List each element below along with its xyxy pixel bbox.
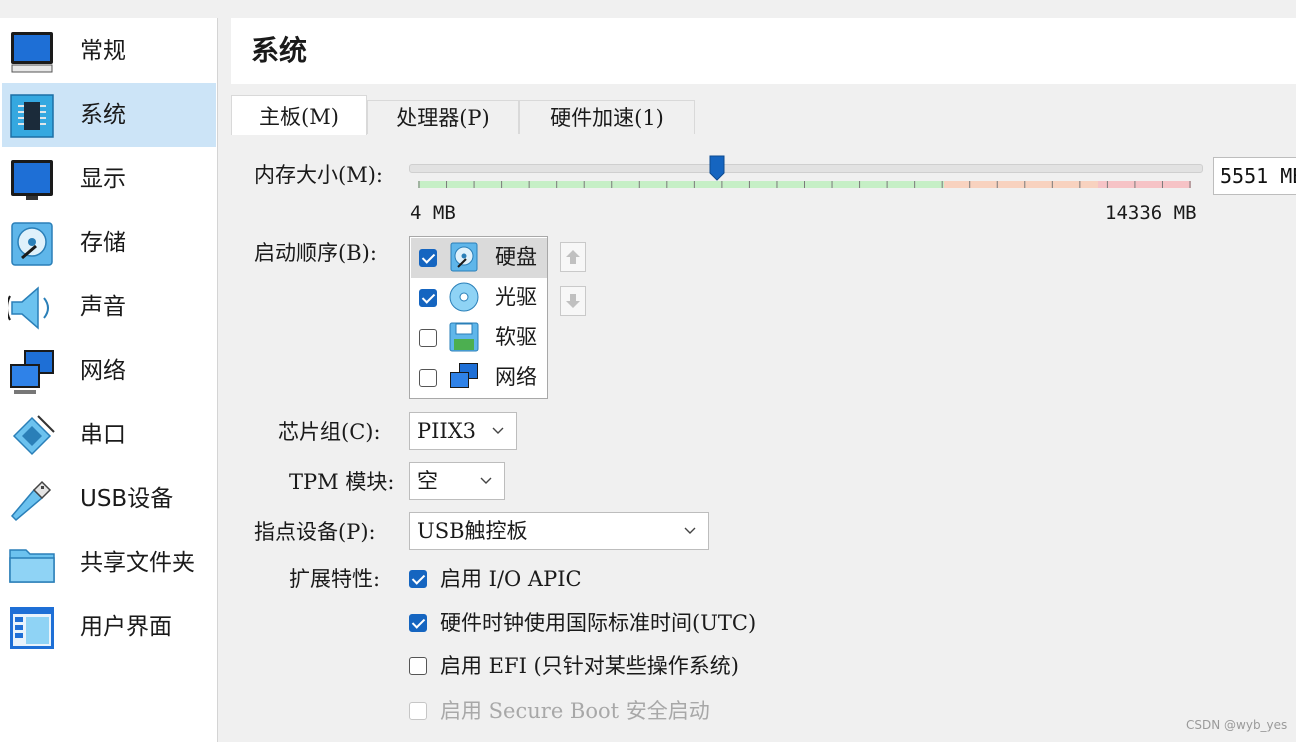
efi-checkbox[interactable]: 启用 EFI (只针对某些操作系统) bbox=[409, 653, 799, 679]
sidebar-item-display[interactable]: 显示 bbox=[2, 147, 216, 211]
optical-disc-icon bbox=[449, 282, 479, 312]
storage-disk-icon bbox=[11, 222, 53, 266]
settings-content bbox=[231, 134, 1296, 742]
checkbox-box[interactable] bbox=[409, 570, 427, 588]
network-icon bbox=[10, 350, 54, 394]
sidebar-item-serial[interactable]: 串口 bbox=[2, 403, 216, 467]
sidebar-item-label: 声音 bbox=[80, 294, 126, 320]
checkbox-box[interactable] bbox=[409, 614, 427, 632]
network-icon bbox=[450, 363, 478, 388]
tpm-label: TPM 模块: bbox=[289, 470, 395, 494]
checkbox-box[interactable] bbox=[409, 657, 427, 675]
tpm-value: 空 bbox=[417, 469, 438, 493]
move-down-button[interactable] bbox=[560, 286, 586, 316]
sidebar-item-user-interface[interactable]: 用户界面 bbox=[2, 595, 216, 659]
chipset-label: 芯片组(C): bbox=[278, 420, 381, 444]
sidebar-item-label: 串口 bbox=[80, 422, 126, 448]
io-apic-label: 启用 I/O APIC bbox=[440, 567, 582, 591]
sidebar-item-label: 存储 bbox=[80, 230, 126, 256]
boot-order-list: 硬盘 光驱 软驱 网络 bbox=[409, 236, 548, 399]
boot-item-checkbox[interactable] bbox=[419, 289, 437, 307]
sidebar-item-label: USB设备 bbox=[80, 486, 174, 512]
sidebar-item-network[interactable]: 网络 bbox=[2, 339, 216, 403]
checkbox-box bbox=[409, 702, 427, 720]
usb-icon bbox=[10, 480, 52, 522]
chevron-down-icon bbox=[684, 527, 696, 534]
memory-slider-scale bbox=[418, 181, 1191, 188]
io-apic-checkbox[interactable]: 启用 I/O APIC bbox=[409, 566, 609, 592]
boot-item-hard-disk[interactable]: 硬盘 bbox=[411, 238, 547, 278]
arrow-down-icon bbox=[566, 294, 580, 308]
floppy-icon bbox=[449, 322, 479, 352]
watermark: CSDN @wyb_yes bbox=[1186, 718, 1288, 732]
sidebar-item-shared-folders[interactable]: 共享文件夹 bbox=[2, 531, 216, 595]
memory-slider-thumb[interactable] bbox=[709, 155, 725, 181]
boot-item-label: 网络 bbox=[495, 365, 537, 389]
sidebar-item-label: 网络 bbox=[80, 358, 126, 384]
tab-processor[interactable]: 处理器(P) bbox=[367, 100, 519, 134]
boot-item-label: 硬盘 bbox=[495, 245, 537, 269]
pointing-device-label: 指点设备(P): bbox=[254, 520, 376, 544]
hard-disk-icon bbox=[450, 242, 478, 272]
chevron-down-icon bbox=[492, 427, 504, 434]
secure-boot-label: 启用 Secure Boot 安全启动 bbox=[440, 699, 710, 723]
chevron-down-icon bbox=[480, 477, 492, 484]
general-monitor-icon bbox=[11, 32, 53, 73]
memory-slider-track[interactable] bbox=[409, 164, 1203, 173]
speaker-icon bbox=[8, 286, 49, 330]
display-monitor-icon bbox=[11, 160, 53, 200]
sidebar-item-storage[interactable]: 存储 bbox=[2, 211, 216, 275]
serial-port-icon bbox=[12, 415, 55, 456]
shared-folder-icon bbox=[9, 549, 55, 583]
sidebar-item-system[interactable]: 系统 bbox=[2, 83, 216, 147]
memory-max-label: 14336 MB bbox=[1105, 202, 1197, 224]
pointing-device-select[interactable]: USB触控板 bbox=[409, 512, 709, 550]
boot-item-checkbox[interactable] bbox=[419, 249, 437, 267]
sidebar-item-usb[interactable]: USB设备 bbox=[2, 467, 216, 531]
chipset-value: PIIX3 bbox=[417, 419, 477, 443]
extended-features-label: 扩展特性: bbox=[289, 567, 381, 591]
efi-label: 启用 EFI (只针对某些操作系统) bbox=[440, 654, 739, 678]
memory-size-label: 内存大小(M): bbox=[254, 163, 383, 187]
tpm-select[interactable]: 空 bbox=[409, 462, 505, 500]
sidebar-item-audio[interactable]: 声音 bbox=[2, 275, 216, 339]
page-header: 系统 bbox=[231, 18, 1296, 84]
boot-item-checkbox[interactable] bbox=[419, 369, 437, 387]
arrow-up-icon bbox=[566, 250, 580, 264]
settings-sidebar: 常规 系统 显示 存储 声音 网络 串口 USB设备 共享文件夹 用户界面 bbox=[0, 18, 218, 742]
sidebar-item-label: 系统 bbox=[80, 102, 126, 128]
slider-ticks bbox=[418, 181, 1191, 188]
boot-item-floppy[interactable]: 软驱 bbox=[411, 318, 547, 358]
boot-order-label: 启动顺序(B): bbox=[254, 241, 377, 265]
sidebar-item-label: 用户界面 bbox=[80, 614, 172, 640]
user-interface-icon bbox=[10, 607, 54, 649]
memory-min-label: 4 MB bbox=[410, 202, 456, 224]
pointing-device-value: USB触控板 bbox=[417, 519, 528, 543]
tab-acceleration[interactable]: 硬件加速(1) bbox=[519, 100, 695, 134]
boot-item-network[interactable]: 网络 bbox=[411, 358, 547, 398]
utc-clock-checkbox[interactable]: 硬件时钟使用国际标准时间(UTC) bbox=[409, 610, 799, 636]
boot-item-label: 光驱 bbox=[495, 285, 537, 309]
boot-item-checkbox[interactable] bbox=[419, 329, 437, 347]
chipset-select[interactable]: PIIX3 bbox=[409, 412, 517, 450]
memory-size-input[interactable] bbox=[1213, 157, 1296, 195]
boot-item-optical[interactable]: 光驱 bbox=[411, 278, 547, 318]
move-up-button[interactable] bbox=[560, 242, 586, 272]
system-chip-icon bbox=[10, 94, 54, 138]
sidebar-item-label: 常规 bbox=[80, 38, 126, 64]
tab-motherboard[interactable]: 主板(M) bbox=[231, 95, 367, 135]
sidebar-item-label: 共享文件夹 bbox=[80, 550, 195, 576]
sidebar-item-label: 显示 bbox=[80, 166, 126, 192]
secure-boot-checkbox: 启用 Secure Boot 安全启动 bbox=[409, 698, 749, 724]
boot-item-label: 软驱 bbox=[495, 325, 537, 349]
page-title: 系统 bbox=[251, 34, 308, 67]
sidebar-item-general[interactable]: 常规 bbox=[2, 19, 216, 83]
utc-clock-label: 硬件时钟使用国际标准时间(UTC) bbox=[440, 611, 757, 635]
